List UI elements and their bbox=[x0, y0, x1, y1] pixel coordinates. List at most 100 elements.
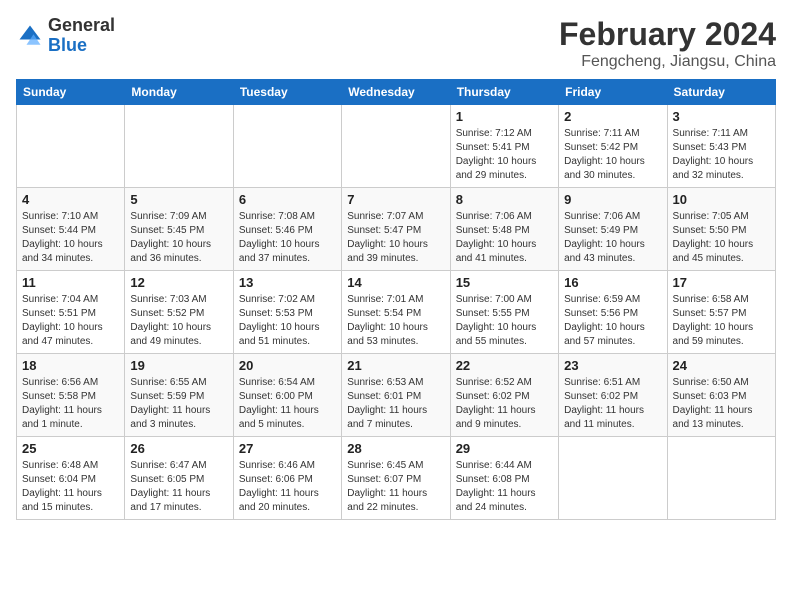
day-info: Sunrise: 7:11 AMSunset: 5:43 PMDaylight:… bbox=[673, 127, 770, 183]
day-info: Sunrise: 7:01 AMSunset: 5:54 PMDaylight:… bbox=[347, 293, 444, 349]
calendar-week-row: 25 Sunrise: 6:48 AMSunset: 6:04 PMDayligh… bbox=[17, 437, 776, 520]
logo-text: General Blue bbox=[48, 16, 115, 56]
day-number: 14 bbox=[347, 275, 444, 290]
day-number: 26 bbox=[130, 441, 227, 456]
day-info: Sunrise: 7:10 AMSunset: 5:44 PMDaylight:… bbox=[22, 210, 119, 266]
calendar-empty bbox=[667, 437, 775, 520]
calendar-day-11: 11Sunrise: 7:04 AMSunset: 5:51 PMDayligh… bbox=[17, 271, 125, 354]
day-info: Sunrise: 6:50 AMSunset: 6:03 PMDaylight:… bbox=[673, 376, 770, 432]
day-info: Sunrise: 7:12 AMSunset: 5:41 PMDaylight:… bbox=[456, 127, 553, 183]
day-info: Sunrise: 7:09 AMSunset: 5:45 PMDaylight:… bbox=[130, 210, 227, 266]
day-info: Sunrise: 7:06 AMSunset: 5:49 PMDaylight:… bbox=[564, 210, 661, 266]
day-info: Sunrise: 6:58 AMSunset: 5:57 PMDaylight:… bbox=[673, 293, 770, 349]
day-info: Sunrise: 7:04 AMSunset: 5:51 PMDaylight:… bbox=[22, 293, 119, 349]
weekday-header-monday: Monday bbox=[125, 80, 233, 105]
calendar-day-17: 17 Sunrise: 6:58 AMSunset: 5:57 PMDayligh… bbox=[667, 271, 775, 354]
calendar-table: SundayMondayTuesdayWednesdayThursdayFrid… bbox=[16, 79, 776, 520]
calendar-day-15: 15 Sunrise: 7:00 AMSunset: 5:55 PMDayligh… bbox=[450, 271, 558, 354]
weekday-header-tuesday: Tuesday bbox=[233, 80, 341, 105]
calendar-title: February 2024 bbox=[559, 16, 776, 53]
day-info: Sunrise: 6:59 AMSunset: 5:56 PMDaylight:… bbox=[564, 293, 661, 349]
calendar-day-3: 3 Sunrise: 7:11 AMSunset: 5:43 PMDaylight… bbox=[667, 105, 775, 188]
logo-icon bbox=[16, 22, 44, 50]
day-number: 4 bbox=[22, 192, 119, 207]
day-number: 8 bbox=[456, 192, 553, 207]
calendar-day-6: 6Sunrise: 7:08 AMSunset: 5:46 PMDaylight… bbox=[233, 188, 341, 271]
calendar-empty bbox=[342, 105, 450, 188]
logo-blue: Blue bbox=[48, 36, 115, 56]
day-number: 10 bbox=[673, 192, 770, 207]
weekday-header-saturday: Saturday bbox=[667, 80, 775, 105]
day-number: 16 bbox=[564, 275, 661, 290]
calendar-day-12: 12Sunrise: 7:03 AMSunset: 5:52 PMDayligh… bbox=[125, 271, 233, 354]
calendar-week-row: 4 Sunrise: 7:10 AMSunset: 5:44 PMDaylight… bbox=[17, 188, 776, 271]
day-info: Sunrise: 6:54 AMSunset: 6:00 PMDaylight:… bbox=[239, 376, 336, 432]
day-number: 21 bbox=[347, 358, 444, 373]
day-info: Sunrise: 6:51 AMSunset: 6:02 PMDaylight:… bbox=[564, 376, 661, 432]
day-number: 19 bbox=[130, 358, 227, 373]
calendar-day-28: 28 Sunrise: 6:45 AMSunset: 6:07 PMDayligh… bbox=[342, 437, 450, 520]
calendar-week-row: 11Sunrise: 7:04 AMSunset: 5:51 PMDayligh… bbox=[17, 271, 776, 354]
calendar-empty bbox=[125, 105, 233, 188]
calendar-day-16: 16 Sunrise: 6:59 AMSunset: 5:56 PMDayligh… bbox=[559, 271, 667, 354]
day-number: 17 bbox=[673, 275, 770, 290]
day-info: Sunrise: 6:52 AMSunset: 6:02 PMDaylight:… bbox=[456, 376, 553, 432]
day-number: 25 bbox=[22, 441, 119, 456]
day-number: 28 bbox=[347, 441, 444, 456]
day-number: 15 bbox=[456, 275, 553, 290]
weekday-header-friday: Friday bbox=[559, 80, 667, 105]
calendar-empty bbox=[233, 105, 341, 188]
calendar-day-29: 29 Sunrise: 6:44 AMSunset: 6:08 PMDayligh… bbox=[450, 437, 558, 520]
calendar-empty bbox=[559, 437, 667, 520]
calendar-day-2: 2Sunrise: 7:11 AMSunset: 5:42 PMDaylight… bbox=[559, 105, 667, 188]
weekday-header-wednesday: Wednesday bbox=[342, 80, 450, 105]
calendar-day-14: 14 Sunrise: 7:01 AMSunset: 5:54 PMDayligh… bbox=[342, 271, 450, 354]
day-info: Sunrise: 7:08 AMSunset: 5:46 PMDaylight:… bbox=[239, 210, 336, 266]
weekday-header-sunday: Sunday bbox=[17, 80, 125, 105]
day-info: Sunrise: 7:00 AMSunset: 5:55 PMDaylight:… bbox=[456, 293, 553, 349]
day-number: 18 bbox=[22, 358, 119, 373]
calendar-day-27: 27 Sunrise: 6:46 AMSunset: 6:06 PMDayligh… bbox=[233, 437, 341, 520]
calendar-day-13: 13Sunrise: 7:02 AMSunset: 5:53 PMDayligh… bbox=[233, 271, 341, 354]
calendar-day-24: 24 Sunrise: 6:50 AMSunset: 6:03 PMDayligh… bbox=[667, 354, 775, 437]
day-info: Sunrise: 7:11 AMSunset: 5:42 PMDaylight:… bbox=[564, 127, 661, 183]
day-info: Sunrise: 6:53 AMSunset: 6:01 PMDaylight:… bbox=[347, 376, 444, 432]
calendar-day-18: 18 Sunrise: 6:56 AMSunset: 5:58 PMDayligh… bbox=[17, 354, 125, 437]
day-info: Sunrise: 6:47 AMSunset: 6:05 PMDaylight:… bbox=[130, 459, 227, 515]
day-info: Sunrise: 6:44 AMSunset: 6:08 PMDaylight:… bbox=[456, 459, 553, 515]
day-info: Sunrise: 7:05 AMSunset: 5:50 PMDaylight:… bbox=[673, 210, 770, 266]
calendar-subtitle: Fengcheng, Jiangsu, China bbox=[559, 53, 776, 71]
day-info: Sunrise: 6:48 AMSunset: 6:04 PMDaylight:… bbox=[22, 459, 119, 515]
day-number: 20 bbox=[239, 358, 336, 373]
calendar-empty bbox=[17, 105, 125, 188]
calendar-day-21: 21 Sunrise: 6:53 AMSunset: 6:01 PMDayligh… bbox=[342, 354, 450, 437]
day-number: 5 bbox=[130, 192, 227, 207]
calendar-day-8: 8 Sunrise: 7:06 AMSunset: 5:48 PMDaylight… bbox=[450, 188, 558, 271]
day-number: 24 bbox=[673, 358, 770, 373]
day-info: Sunrise: 7:07 AMSunset: 5:47 PMDaylight:… bbox=[347, 210, 444, 266]
day-number: 23 bbox=[564, 358, 661, 373]
calendar-day-1: 1 Sunrise: 7:12 AMSunset: 5:41 PMDaylight… bbox=[450, 105, 558, 188]
day-number: 13 bbox=[239, 275, 336, 290]
calendar-day-9: 9Sunrise: 7:06 AMSunset: 5:49 PMDaylight… bbox=[559, 188, 667, 271]
day-info: Sunrise: 6:46 AMSunset: 6:06 PMDaylight:… bbox=[239, 459, 336, 515]
calendar-day-25: 25 Sunrise: 6:48 AMSunset: 6:04 PMDayligh… bbox=[17, 437, 125, 520]
day-number: 3 bbox=[673, 109, 770, 124]
calendar-week-row: 18 Sunrise: 6:56 AMSunset: 5:58 PMDayligh… bbox=[17, 354, 776, 437]
day-number: 27 bbox=[239, 441, 336, 456]
calendar-week-row: 1 Sunrise: 7:12 AMSunset: 5:41 PMDaylight… bbox=[17, 105, 776, 188]
page-header: General Blue February 2024 Fengcheng, Ji… bbox=[16, 16, 776, 71]
day-number: 1 bbox=[456, 109, 553, 124]
day-number: 29 bbox=[456, 441, 553, 456]
day-info: Sunrise: 6:55 AMSunset: 5:59 PMDaylight:… bbox=[130, 376, 227, 432]
calendar-day-10: 10 Sunrise: 7:05 AMSunset: 5:50 PMDayligh… bbox=[667, 188, 775, 271]
calendar-day-19: 19 Sunrise: 6:55 AMSunset: 5:59 PMDayligh… bbox=[125, 354, 233, 437]
day-number: 12 bbox=[130, 275, 227, 290]
day-number: 7 bbox=[347, 192, 444, 207]
weekday-header-thursday: Thursday bbox=[450, 80, 558, 105]
day-info: Sunrise: 6:45 AMSunset: 6:07 PMDaylight:… bbox=[347, 459, 444, 515]
day-info: Sunrise: 7:06 AMSunset: 5:48 PMDaylight:… bbox=[456, 210, 553, 266]
logo-general: General bbox=[48, 16, 115, 36]
calendar-day-20: 20 Sunrise: 6:54 AMSunset: 6:00 PMDayligh… bbox=[233, 354, 341, 437]
day-info: Sunrise: 6:56 AMSunset: 5:58 PMDaylight:… bbox=[22, 376, 119, 432]
